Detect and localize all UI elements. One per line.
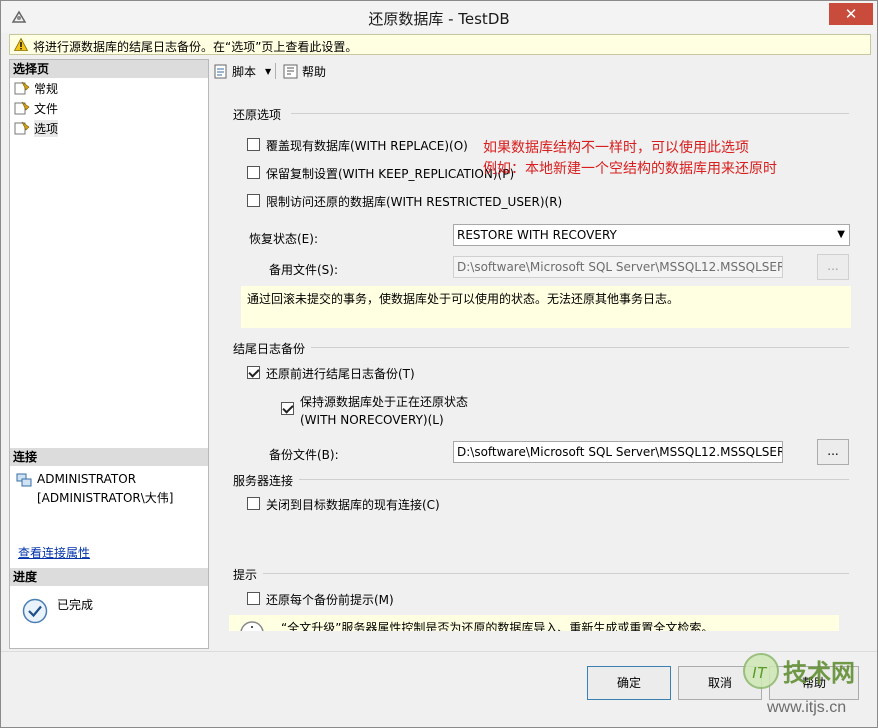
group-divider <box>299 479 849 480</box>
page-icon <box>14 81 30 95</box>
left-panel: 选择页 常规 文件 选项 连接 ADMINISTRATOR [ADMINISTR… <box>9 59 209 649</box>
recovery-state-label: 恢复状态(E): <box>249 232 318 246</box>
annotation-line-1: 如果数据库结构不一样时，可以使用此选项 <box>483 140 749 156</box>
standby-file-label: 备用文件(S): <box>269 263 339 277</box>
script-icon <box>214 64 227 79</box>
close-button[interactable]: ✕ <box>829 3 873 25</box>
close-connections-label: 关闭到目标数据库的现有连接(C) <box>266 498 440 512</box>
group-divider <box>291 113 849 114</box>
warning-bar: 将进行源数据库的结尾日志备份。在“选项”页上查看此设置。 <box>9 34 871 55</box>
chevron-down-icon: ▼ <box>837 229 845 240</box>
progress-header: 进度 <box>10 568 208 586</box>
standby-file-field[interactable]: D:\software\Microsoft SQL Server\MSSQL12… <box>453 256 783 278</box>
nav-item-general[interactable]: 常规 <box>14 79 58 97</box>
with-replace-label: 覆盖现有数据库(WITH REPLACE)(O) <box>266 139 468 153</box>
close-connections-checkbox[interactable] <box>247 497 260 510</box>
warning-icon <box>14 38 28 51</box>
server-icon <box>16 473 32 487</box>
view-connection-properties-link[interactable]: 查看连接属性 <box>18 544 90 561</box>
server-connections-title: 服务器连接 <box>233 474 294 488</box>
title-bar: 还原数据库 - TestDB ✕ <box>1 1 877 33</box>
leave-restoring-label: 保持源数据库处于正在还原状态 (WITH NORECOVERY)(L) <box>300 393 468 427</box>
keep-replication-checkbox-row[interactable]: 保留复制设置(WITH KEEP_REPLICATION)(P) <box>247 165 514 182</box>
toolbar-separator <box>275 63 276 79</box>
restricted-user-checkbox[interactable] <box>247 194 260 207</box>
warning-text: 将进行源数据库的结尾日志备份。在“选项”页上查看此设置。 <box>33 40 358 54</box>
toolbar: 脚本 ▼ 帮助 <box>211 59 871 83</box>
script-label: 脚本 <box>232 65 257 79</box>
recovery-state-select[interactable]: RESTORE WITH RECOVERY ▼ <box>453 224 850 246</box>
prompt-before-checkbox[interactable] <box>247 592 260 605</box>
completed-check-icon <box>22 598 48 624</box>
with-replace-checkbox[interactable] <box>247 138 260 151</box>
fulltext-info-box: “全文升级”服务器属性控制是否为还原的数据库导入、重新生成或重置全文检索。 <box>229 615 839 631</box>
take-tail-log-checkbox-row[interactable]: 还原前进行结尾日志备份(T) <box>247 365 415 382</box>
help-icon <box>283 64 298 79</box>
recovery-state-value: RESTORE WITH RECOVERY <box>457 228 617 242</box>
fulltext-info-text: “全文升级”服务器属性控制是否为还原的数据库导入、重新生成或重置全文检索。 <box>281 621 714 631</box>
watermark-logo-icon: IT <box>743 653 779 689</box>
watermark: IT 技术网 www.itjs.cn <box>741 649 871 725</box>
nav-label: 选项 <box>34 119 59 137</box>
group-divider <box>311 347 849 348</box>
nav-label: 常规 <box>34 81 59 96</box>
ok-button[interactable]: 确定 <box>587 666 671 700</box>
progress-status: 已完成 <box>57 598 94 612</box>
tail-log-title: 结尾日志备份 <box>233 342 306 356</box>
recovery-info-box: 通过回滚未提交的事务，使数据库处于可以使用的状态。无法还原其他事务日志。 <box>241 286 851 328</box>
watermark-url: www.itjs.cn <box>767 699 847 716</box>
group-divider <box>263 573 849 574</box>
page-icon <box>14 101 30 115</box>
restricted-user-label: 限制访问还原的数据库(WITH RESTRICTED_USER)(R) <box>266 195 563 209</box>
select-page-header: 选择页 <box>10 60 208 78</box>
chevron-down-icon: ▼ <box>265 67 272 76</box>
keep-replication-checkbox[interactable] <box>247 166 260 179</box>
backup-file-label: 备份文件(B): <box>269 448 339 462</box>
standby-browse-button[interactable]: ... <box>817 254 849 280</box>
leave-restoring-checkbox-row[interactable]: 保持源数据库处于正在还原状态 (WITH NORECOVERY)(L) <box>281 393 468 427</box>
restore-options-title: 还原选项 <box>233 108 282 122</box>
annotation-line-2: 例如：本地新建一个空结构的数据库用来还原时 <box>483 161 777 177</box>
restore-database-dialog: 还原数据库 - TestDB ✕ 将进行源数据库的结尾日志备份。在“选项”页上查… <box>0 0 878 728</box>
leave-restoring-checkbox[interactable] <box>281 402 294 415</box>
help-toolbar-button[interactable]: 帮助 <box>283 63 326 80</box>
info-icon <box>240 621 264 631</box>
take-tail-log-checkbox[interactable] <box>247 366 260 379</box>
prompt-title: 提示 <box>233 568 258 582</box>
close-connections-checkbox-row[interactable]: 关闭到目标数据库的现有连接(C) <box>247 496 440 513</box>
window-title: 还原数据库 - TestDB <box>368 10 510 28</box>
backup-file-field[interactable]: D:\software\Microsoft SQL Server\MSSQL12… <box>453 441 783 463</box>
help-label: 帮助 <box>302 65 327 79</box>
leave-restoring-label-line-1: 保持源数据库处于正在还原状态 <box>300 395 469 409</box>
connection-user: [ADMINISTRATOR\大伟] <box>37 491 174 505</box>
close-icon: ✕ <box>844 5 858 23</box>
connection-header: 连接 <box>10 448 208 466</box>
leave-restoring-label-line-2: (WITH NORECOVERY)(L) <box>300 413 444 427</box>
with-replace-checkbox-row[interactable]: 覆盖现有数据库(WITH REPLACE)(O) <box>247 137 468 154</box>
take-tail-log-label: 还原前进行结尾日志备份(T) <box>266 367 415 381</box>
prompt-before-label: 还原每个备份前提示(M) <box>266 593 394 607</box>
watermark-text: 技术网 <box>783 659 855 687</box>
script-button[interactable]: 脚本 ▼ <box>213 63 271 80</box>
keep-replication-label: 保留复制设置(WITH KEEP_REPLICATION)(P) <box>266 167 515 181</box>
nav-label: 文件 <box>34 101 59 116</box>
options-content: 还原选项 覆盖现有数据库(WITH REPLACE)(O) 保留复制设置(WIT… <box>211 85 871 631</box>
page-icon <box>14 121 30 135</box>
svg-text:IT: IT <box>752 665 767 682</box>
restricted-user-checkbox-row[interactable]: 限制访问还原的数据库(WITH RESTRICTED_USER)(R) <box>247 193 562 210</box>
recovery-info-text: 通过回滚未提交的事务，使数据库处于可以使用的状态。无法还原其他事务日志。 <box>247 292 680 306</box>
connection-server: ADMINISTRATOR <box>37 472 137 486</box>
nav-item-files[interactable]: 文件 <box>14 99 58 117</box>
prompt-before-checkbox-row[interactable]: 还原每个备份前提示(M) <box>247 591 394 608</box>
backup-browse-button[interactable]: ... <box>817 439 849 465</box>
nav-item-options[interactable]: 选项 <box>14 119 59 137</box>
